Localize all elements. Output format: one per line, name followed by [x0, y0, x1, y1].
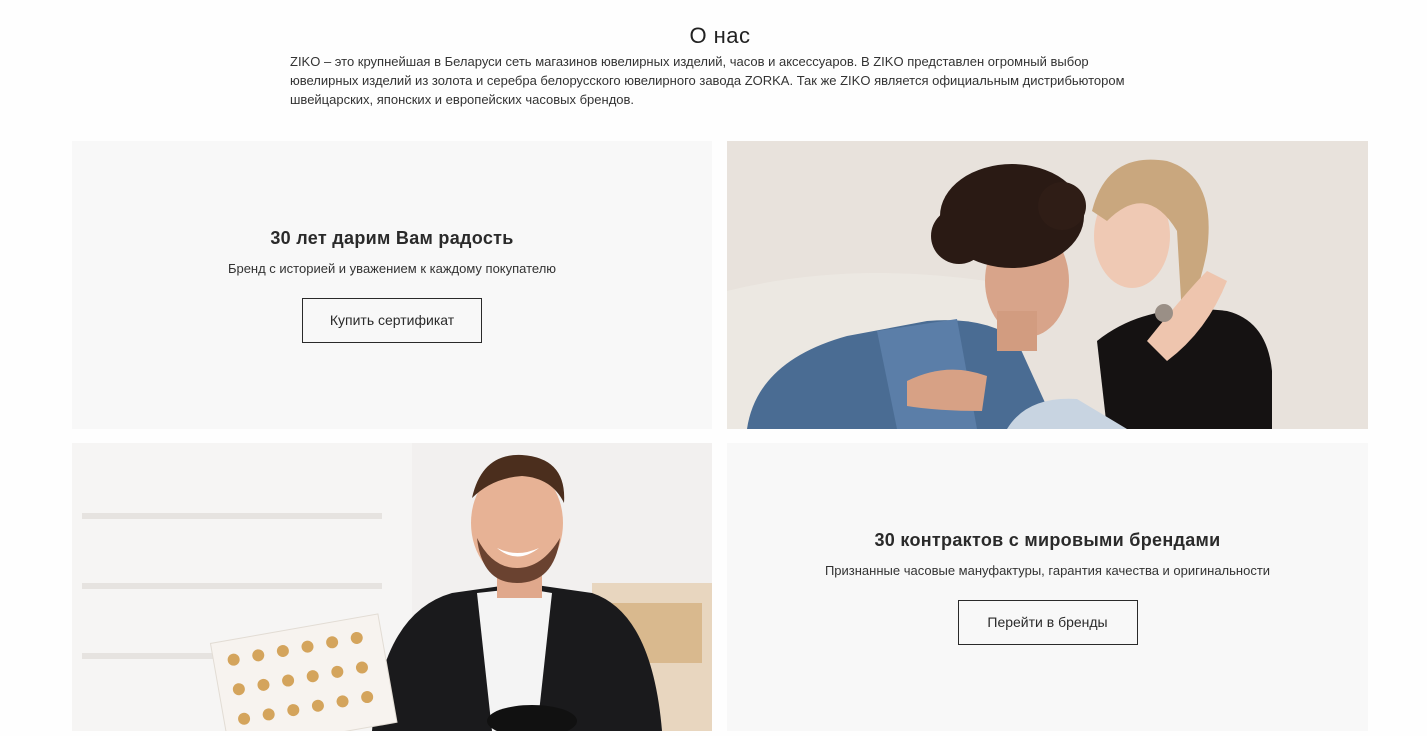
brands-subtitle: Признанные часовые мануфактуры, гарантия…: [824, 562, 1271, 578]
brands-heading: 30 контрактов с мировыми брендами: [874, 529, 1221, 550]
jeweler-photo: [72, 443, 712, 731]
page-title: О нас: [689, 22, 751, 48]
buy-certificate-button[interactable]: Купить сертификат: [302, 297, 482, 343]
go-to-brands-button[interactable]: Перейти в бренды: [957, 599, 1138, 645]
couple-photo: [727, 141, 1368, 429]
brands-card: 30 контрактов с мировыми брендами Призна…: [727, 443, 1368, 731]
anniversary-heading: 30 лет дарим Вам радость: [270, 227, 514, 248]
about-description: ZIKO – это крупнейшая в Беларуси сеть ма…: [290, 54, 1125, 107]
anniversary-subtitle: Бренд с историей и уважением к каждому п…: [227, 260, 557, 276]
anniversary-card: 30 лет дарим Вам радость Бренд с историе…: [72, 141, 712, 429]
